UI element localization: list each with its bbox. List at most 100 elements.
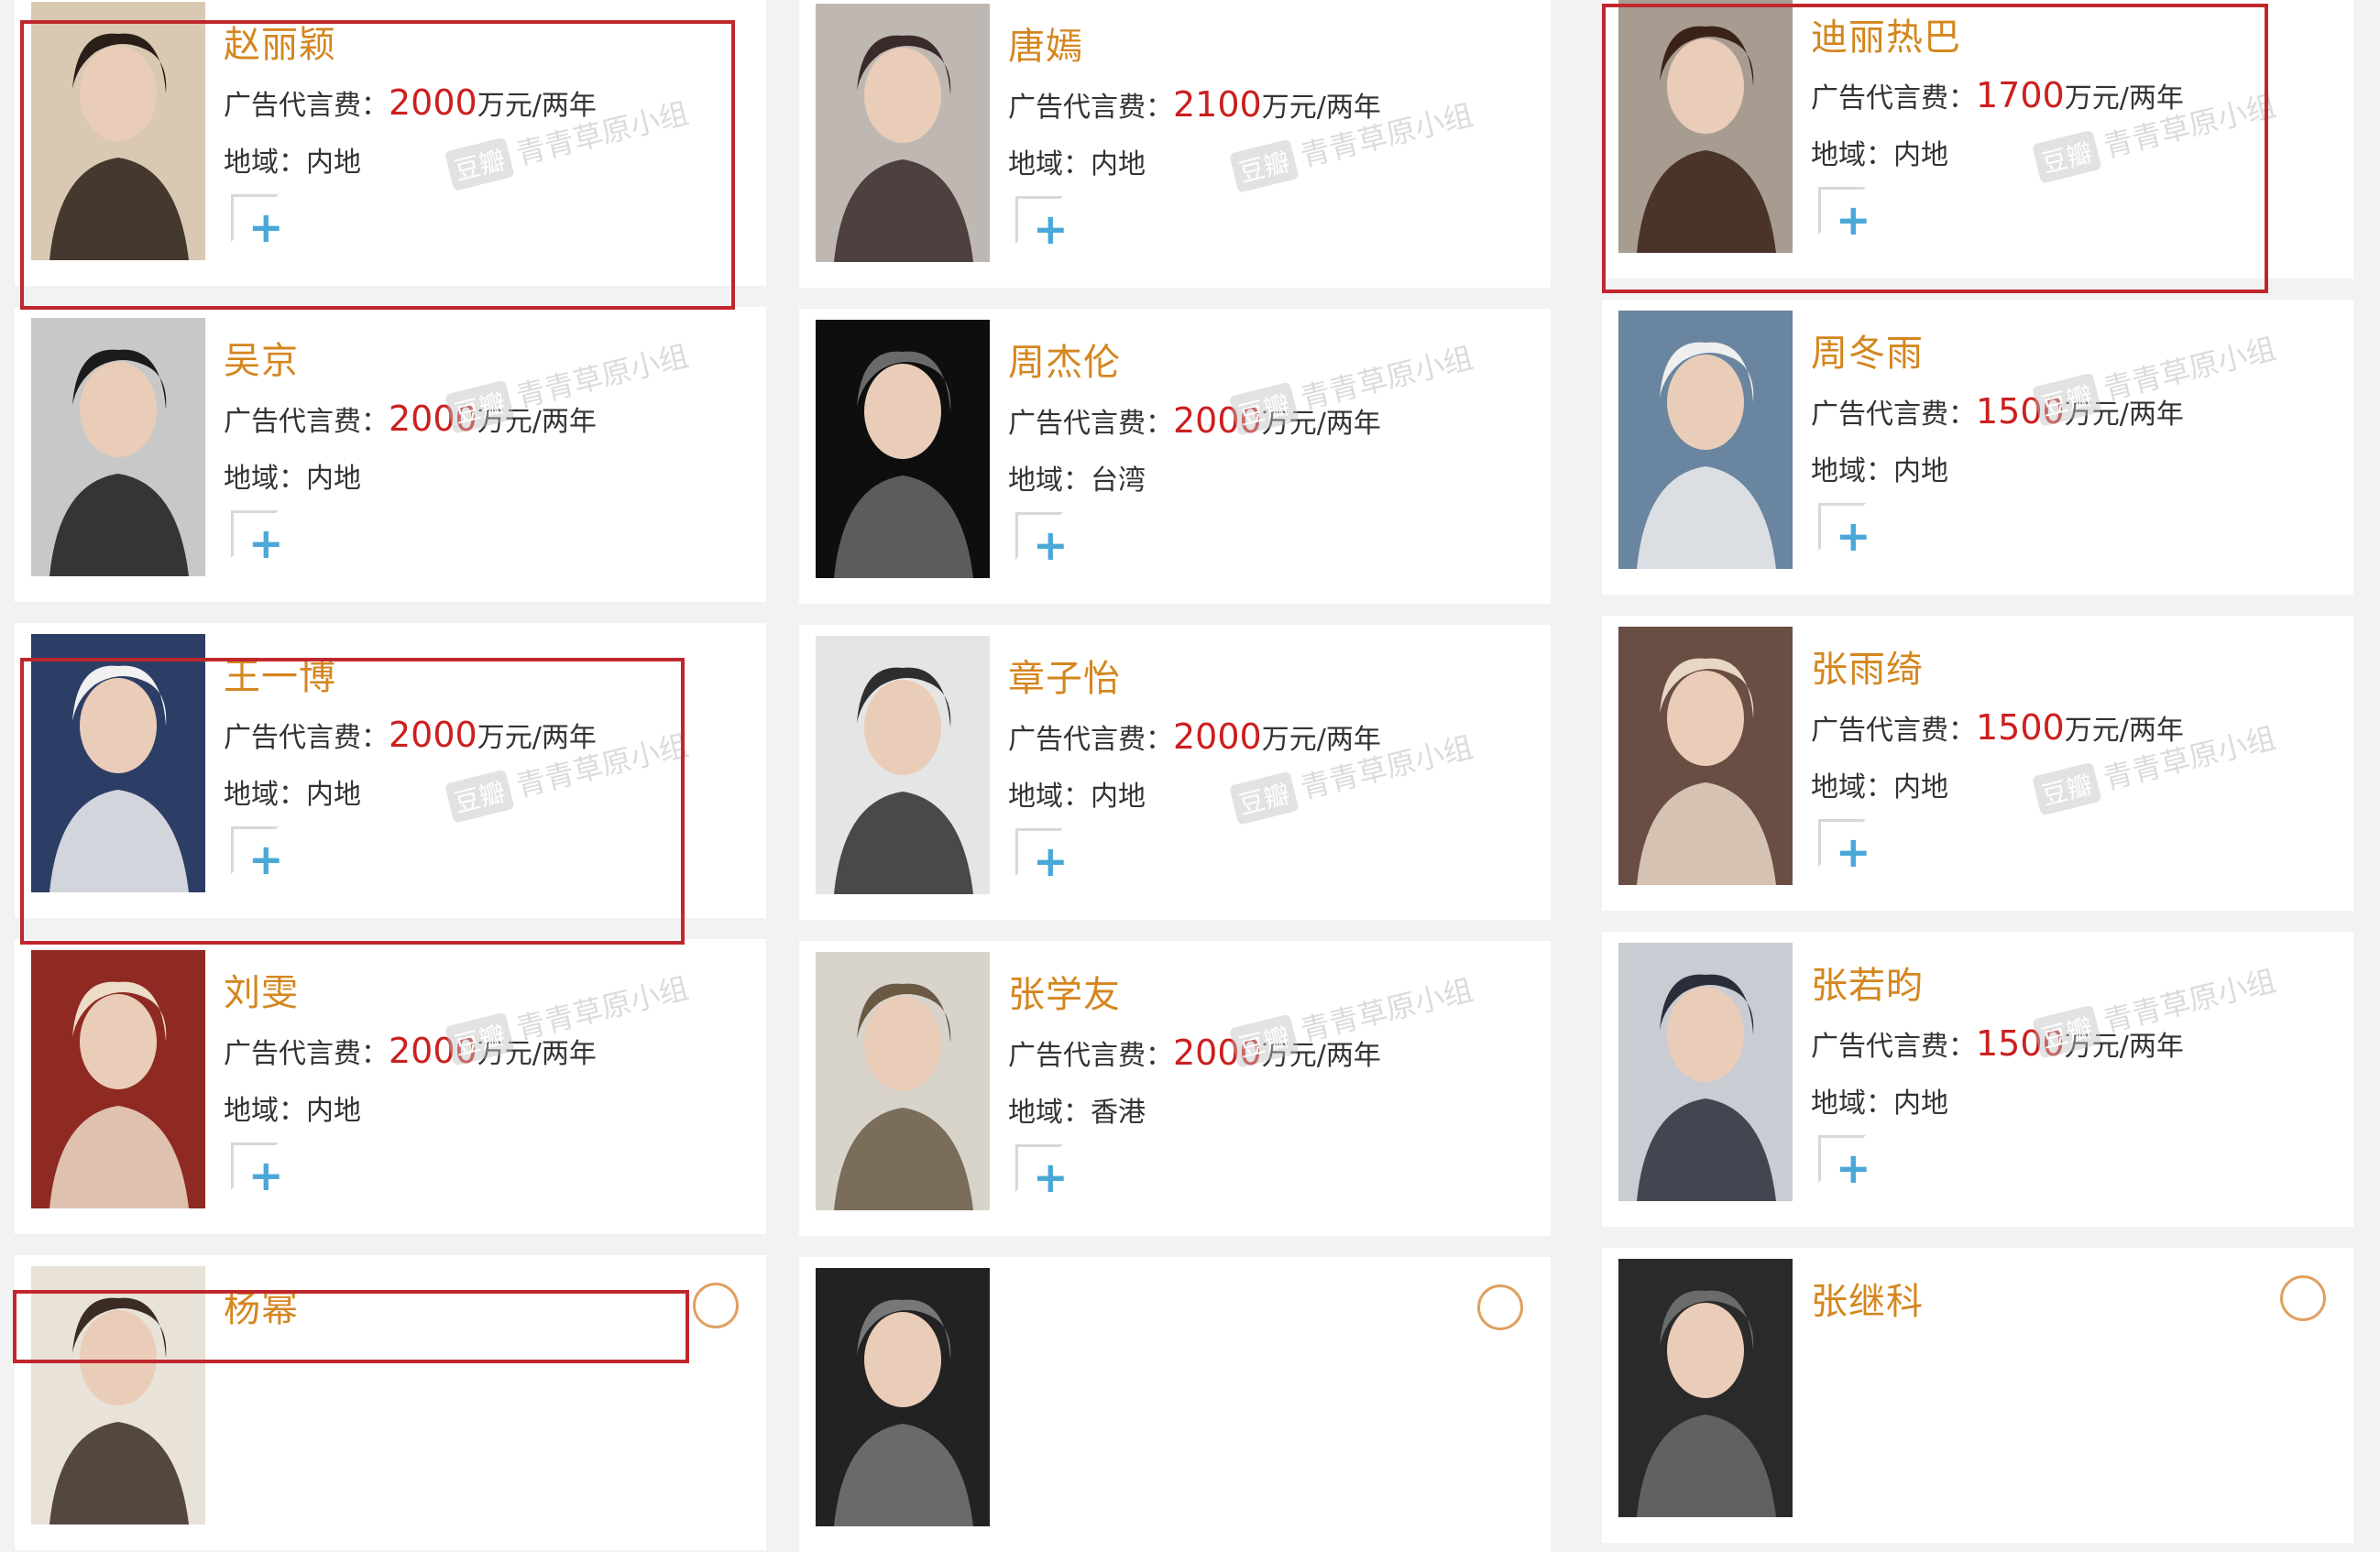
celebrity-name[interactable]: 赵丽颖 xyxy=(224,15,336,68)
fee-label: 广告代言费： xyxy=(224,722,389,754)
region-label: 地域： xyxy=(1008,781,1091,813)
add-button[interactable]: + xyxy=(231,510,284,564)
celebrity-name[interactable]: 周冬雨 xyxy=(1811,323,1924,377)
celebrity-photo xyxy=(31,318,205,576)
endorsement-fee-row: 广告代言费：1500万元/两年 xyxy=(1811,1023,2184,1064)
endorsement-fee-row: 广告代言费：2100万元/两年 xyxy=(1008,84,1381,125)
fee-value: 2000 xyxy=(1173,400,1262,441)
fee-unit: 万元/两年 xyxy=(1261,1040,1381,1072)
add-button[interactable]: + xyxy=(231,194,284,248)
add-button[interactable]: + xyxy=(1015,512,1069,566)
region-label: 地域： xyxy=(1811,1087,1893,1120)
region-row: 地域：内地 xyxy=(1811,1080,1948,1120)
fee-label: 广告代言费： xyxy=(224,1038,389,1070)
plus-icon: + xyxy=(248,202,284,252)
fee-value: 1700 xyxy=(1976,75,2065,115)
watermark-badge: 豆瓣 xyxy=(444,137,515,191)
add-button[interactable]: + xyxy=(231,1142,284,1197)
celebrity-name[interactable]: 杨幂 xyxy=(224,1279,299,1332)
region-label: 地域： xyxy=(1811,455,1893,487)
plus-icon: + xyxy=(1836,1143,1871,1193)
collapse-circle-icon[interactable] xyxy=(2280,1275,2326,1321)
region-label: 地域： xyxy=(224,779,306,811)
add-button[interactable]: + xyxy=(1015,1144,1069,1198)
celebrity-card[interactable]: 章子怡 广告代言费：2000万元/两年 地域：内地 + 豆瓣 青青草原小组 xyxy=(799,625,1551,920)
region-label: 地域： xyxy=(1008,465,1091,497)
fee-value: 2000 xyxy=(1173,1033,1262,1073)
fee-unit: 万元/两年 xyxy=(477,1038,597,1070)
celebrity-photo xyxy=(816,320,990,578)
collapse-circle-icon[interactable] xyxy=(693,1283,739,1328)
region-value: 香港 xyxy=(1091,1097,1146,1129)
plus-icon: + xyxy=(1033,520,1069,570)
celebrity-name[interactable]: 周杰伦 xyxy=(1008,333,1121,386)
celebrity-card[interactable]: 王一博 广告代言费：2000万元/两年 地域：内地 + 豆瓣 青青草原小组 xyxy=(15,623,766,918)
celebrity-name[interactable]: 迪丽热巴 xyxy=(1811,7,1961,60)
celebrity-card[interactable]: 张继科 xyxy=(1602,1248,2353,1543)
region-row: 地域：内地 xyxy=(1811,448,1948,488)
collapse-circle-icon[interactable] xyxy=(1477,1284,1523,1330)
fee-value: 2100 xyxy=(1173,84,1262,125)
add-button[interactable]: + xyxy=(1818,503,1871,557)
celebrity-name[interactable]: 吴京 xyxy=(224,331,299,384)
celebrity-name[interactable]: 刘雯 xyxy=(224,963,299,1016)
fee-value: 1500 xyxy=(1976,1023,2065,1064)
add-button[interactable]: + xyxy=(231,826,284,880)
celebrity-photo xyxy=(816,4,990,262)
region-value: 台湾 xyxy=(1091,465,1146,497)
fee-unit: 万元/两年 xyxy=(2064,82,2184,115)
celebrity-card[interactable]: 唐嫣 广告代言费：2100万元/两年 地域：内地 + 豆瓣 青青草原小组 xyxy=(799,0,1551,288)
celebrity-card[interactable]: 迪丽热巴 广告代言费：1700万元/两年 地域：内地 + 豆瓣 青青草原小组 xyxy=(1602,0,2353,279)
celebrity-card[interactable]: 张学友 广告代言费：2000万元/两年 地域：香港 + 豆瓣 青青草原小组 xyxy=(799,941,1551,1236)
fee-value: 1500 xyxy=(1976,707,2065,748)
celebrity-name[interactable]: 张学友 xyxy=(1008,965,1121,1018)
plus-icon: + xyxy=(248,519,284,568)
add-button[interactable]: + xyxy=(1818,1135,1871,1189)
celebrity-card[interactable]: 吴京 广告代言费：2000万元/两年 地域：内地 + 豆瓣 青青草原小组 xyxy=(15,307,766,602)
celebrity-card[interactable]: 周冬雨 广告代言费：1500万元/两年 地域：内地 + 豆瓣 青青草原小组 xyxy=(1602,300,2353,595)
celebrity-photo xyxy=(1618,0,1793,253)
endorsement-fee-row: 广告代言费：2000万元/两年 xyxy=(224,715,597,755)
fee-label: 广告代言费： xyxy=(1811,1031,1976,1063)
celebrity-card[interactable]: 张若昀 广告代言费：1500万元/两年 地域：内地 + 豆瓣 青青草原小组 xyxy=(1602,932,2353,1227)
fee-value: 2000 xyxy=(1173,716,1262,757)
plus-icon: + xyxy=(248,835,284,884)
fee-label: 广告代言费： xyxy=(1811,715,1976,747)
fee-value: 2000 xyxy=(389,399,477,439)
fee-unit: 万元/两年 xyxy=(1261,92,1381,124)
fee-unit: 万元/两年 xyxy=(477,722,597,754)
add-button[interactable]: + xyxy=(1015,828,1069,882)
celebrity-card[interactable] xyxy=(799,1257,1551,1552)
add-button[interactable]: + xyxy=(1818,187,1871,241)
add-button[interactable]: + xyxy=(1015,196,1069,250)
column-2: 唐嫣 广告代言费：2100万元/两年 地域：内地 + 豆瓣 青青草原小组 周杰伦 广告代言费：… xyxy=(799,0,1551,1552)
celebrity-name[interactable]: 张若昀 xyxy=(1811,956,1924,1009)
plus-icon: + xyxy=(1836,195,1871,245)
fee-unit: 万元/两年 xyxy=(477,406,597,438)
region-row: 地域：内地 xyxy=(1008,141,1146,181)
celebrity-card[interactable]: 刘雯 广告代言费：2000万元/两年 地域：内地 + 豆瓣 青青草原小组 xyxy=(15,939,766,1234)
celebrity-name[interactable]: 张继科 xyxy=(1811,1272,1924,1325)
endorsement-fee-row: 广告代言费：2000万元/两年 xyxy=(224,1031,597,1071)
celebrity-name[interactable]: 王一博 xyxy=(224,647,336,700)
fee-unit: 万元/两年 xyxy=(1261,408,1381,440)
celebrity-photo xyxy=(1618,943,1793,1201)
plus-icon: + xyxy=(1033,1153,1069,1202)
endorsement-fee-row: 广告代言费：2000万元/两年 xyxy=(1008,716,1381,757)
celebrity-card[interactable]: 赵丽颖 广告代言费：2000万元/两年 地域：内地 + 豆瓣 青青草原小组 xyxy=(15,0,766,286)
celebrity-card[interactable]: 杨幂 xyxy=(15,1255,766,1550)
celebrity-photo xyxy=(31,634,205,892)
add-button[interactable]: + xyxy=(1818,819,1871,873)
celebrity-name[interactable]: 张雨绮 xyxy=(1811,639,1924,693)
celebrity-photo xyxy=(31,1266,205,1525)
celebrity-card[interactable]: 周杰伦 广告代言费：2000万元/两年 地域：台湾 + 豆瓣 青青草原小组 xyxy=(799,309,1551,604)
celebrity-name[interactable]: 唐嫣 xyxy=(1008,16,1083,70)
fee-label: 广告代言费： xyxy=(224,406,389,438)
celebrity-photo xyxy=(1618,311,1793,569)
watermark-badge: 豆瓣 xyxy=(2032,761,2102,816)
celebrity-name[interactable]: 章子怡 xyxy=(1008,649,1121,702)
watermark-badge: 豆瓣 xyxy=(1229,138,1300,193)
region-value: 内地 xyxy=(1893,139,1948,171)
endorsement-fee-row: 广告代言费：2000万元/两年 xyxy=(224,82,597,123)
celebrity-card[interactable]: 张雨绮 广告代言费：1500万元/两年 地域：内地 + 豆瓣 青青草原小组 xyxy=(1602,616,2353,911)
